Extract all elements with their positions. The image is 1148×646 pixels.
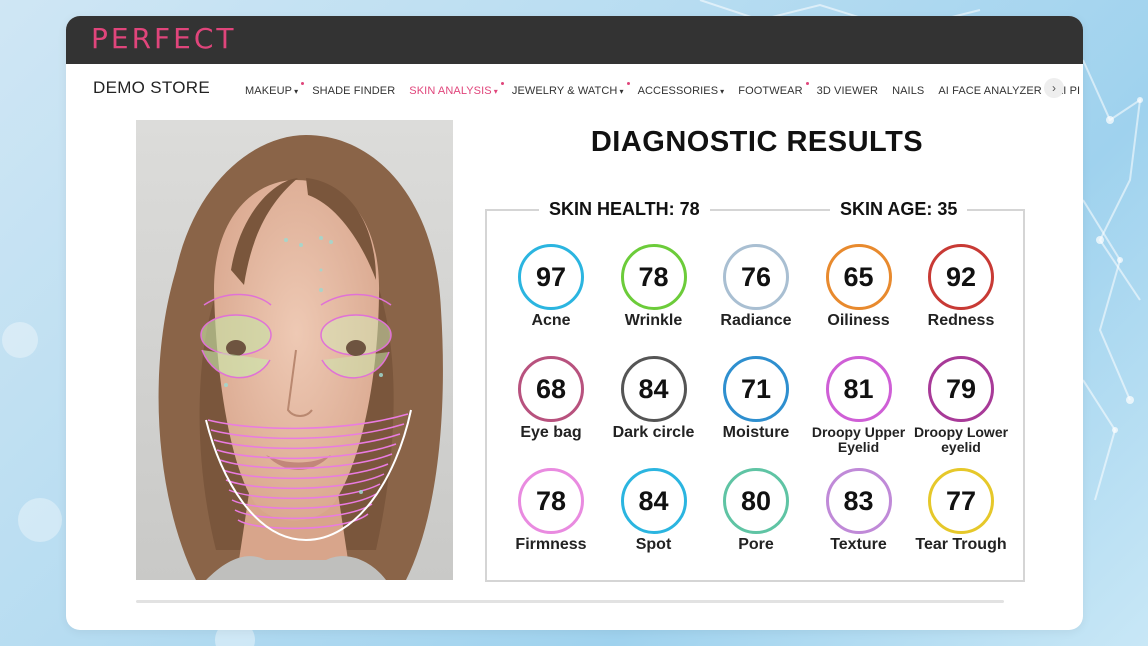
new-indicator-dot [500, 82, 504, 85]
navigation-bar: DEMO STORE MAKEUP ▾ SHADE FINDER SKIN ANALY… [66, 64, 1083, 112]
metric-pore[interactable]: 80 Pore [705, 468, 807, 553]
metric-dark-circle[interactable]: 84 Dark circle [603, 356, 705, 441]
face-analysis-photo [136, 120, 453, 580]
metric-score-ring: 78 [620, 244, 687, 310]
brand-logo[interactable]: PERFECT [91, 22, 236, 55]
metric-score-ring: 68 [518, 356, 584, 422]
nav-item-ai-face-analyzer[interactable]: AI FACE ANALYZER [938, 85, 1041, 97]
caret-down-icon: ▾ [720, 87, 725, 96]
metric-score-ring: 80 [723, 468, 789, 534]
nav-item-accessories[interactable]: ACCESSORIES ▾ [638, 85, 725, 97]
new-indicator-dot [805, 82, 809, 85]
nav-item-label: MAKEUP [245, 85, 293, 97]
metric-label: Droopy Lower eyelid [913, 424, 1009, 455]
nav-item-nails[interactable]: NAILS [892, 85, 924, 97]
metric-tear-trough[interactable]: 77 Tear Trough [910, 468, 1012, 553]
metric-label: Acne [531, 312, 571, 329]
metric-label: Pore [738, 536, 774, 553]
metric-moisture[interactable]: 71 Moisture [705, 356, 807, 441]
horizontal-scrollbar[interactable] [136, 600, 1004, 603]
caret-down-icon: ▾ [493, 87, 498, 96]
nav-item-3d-viewer[interactable]: 3D VIEWER [817, 85, 878, 97]
page-title: DIAGNOSTIC RESULTS [590, 126, 924, 158]
metric-score-ring: 84 [620, 356, 687, 422]
new-indicator-dot [301, 82, 305, 85]
metric-score-ring: 97 [518, 244, 584, 310]
nav-item-label: AI FACE ANALYZER [938, 85, 1042, 97]
metric-label: Redness [927, 312, 995, 329]
nav-item-label: SHADE FINDER [312, 85, 396, 97]
metric-label: Droopy Upper Eyelid [811, 424, 906, 455]
caret-down-icon: ▾ [294, 87, 299, 96]
nav-item-makeup[interactable]: MAKEUP ▾ [245, 82, 305, 97]
metric-label: Dark circle [612, 424, 695, 441]
metric-oiliness[interactable]: 65 Oiliness [808, 244, 910, 329]
metric-score-ring: 71 [723, 356, 789, 422]
metric-label: Oiliness [827, 312, 890, 329]
metric-label: Radiance [720, 312, 792, 329]
metric-label: Tear Trough [915, 536, 1007, 553]
nav-item-jewelry-watch[interactable]: JEWELRY & WATCH ▾ [511, 82, 630, 97]
nav-item-label: ACCESSORIES [637, 85, 719, 97]
chevron-right-icon[interactable]: › [1044, 78, 1064, 98]
app-window: PERFECT DEMO STORE MAKEUP ▾ SHADE FINDER SK… [66, 16, 1083, 630]
metric-wrinkle[interactable]: 78 Wrinkle [603, 244, 705, 329]
caret-down-icon: ▾ [619, 87, 624, 96]
new-indicator-dot [626, 82, 630, 85]
metric-score-ring: 84 [620, 468, 687, 534]
metric-droopy-upper-eyelid[interactable]: 81 Droopy Upper Eyelid [808, 356, 910, 455]
skin-age-score: SKIN AGE: 35 [830, 199, 968, 220]
metric-score-ring: 81 [825, 356, 892, 422]
metric-firmness[interactable]: 78 Firmness [500, 468, 602, 553]
metric-score-ring: 83 [825, 468, 892, 534]
header-bar: PERFECT [66, 16, 1083, 64]
nav-item-label: JEWELRY & WATCH [511, 85, 618, 97]
metric-eye-bag[interactable]: 68 Eye bag [500, 356, 602, 441]
metric-acne[interactable]: 97 Acne [500, 244, 602, 329]
metric-score-ring: 77 [928, 468, 994, 534]
nav-item-label: 3D VIEWER [816, 85, 879, 97]
metric-texture[interactable]: 83 Texture [808, 468, 910, 553]
nav-item-footwear[interactable]: FOOTWEAR [738, 82, 809, 97]
metric-score-ring: 92 [928, 244, 994, 310]
metric-redness[interactable]: 92 Redness [910, 244, 1012, 329]
metric-label: Eye bag [520, 424, 582, 441]
nav-item-shade-finder[interactable]: SHADE FINDER [312, 85, 395, 97]
skin-health-score: SKIN HEALTH: 78 [539, 199, 710, 220]
metric-score-ring: 65 [825, 244, 892, 310]
nav-item-label: FOOTWEAR [738, 85, 803, 97]
nav-menu: MAKEUP ▾ SHADE FINDER SKIN ANALYSIS ▾ JEWELRY… [245, 81, 1083, 99]
metric-score-ring: 78 [518, 468, 584, 534]
nav-item-label: SKIN ANALYSIS [409, 85, 492, 97]
metric-spot[interactable]: 84 Spot [603, 468, 705, 553]
metric-label: Texture [830, 536, 887, 553]
nav-item-label: NAILS [892, 85, 925, 97]
metric-label: Moisture [722, 424, 790, 441]
metric-label: Spot [635, 536, 672, 553]
store-name[interactable]: DEMO STORE [93, 78, 210, 98]
metric-droopy-lower-eyelid[interactable]: 79 Droopy Lower eyelid [910, 356, 1012, 455]
metric-score-ring: 79 [928, 356, 994, 422]
metric-label: Firmness [515, 536, 587, 553]
results-panel: SKIN HEALTH: 78 SKIN AGE: 35 97 Acne 78 Wri… [485, 199, 1025, 582]
metric-score-ring: 76 [723, 244, 789, 310]
metric-label: Wrinkle [624, 312, 683, 329]
metric-radiance[interactable]: 76 Radiance [705, 244, 807, 329]
nav-item-skin-analysis[interactable]: SKIN ANALYSIS ▾ [409, 82, 504, 97]
